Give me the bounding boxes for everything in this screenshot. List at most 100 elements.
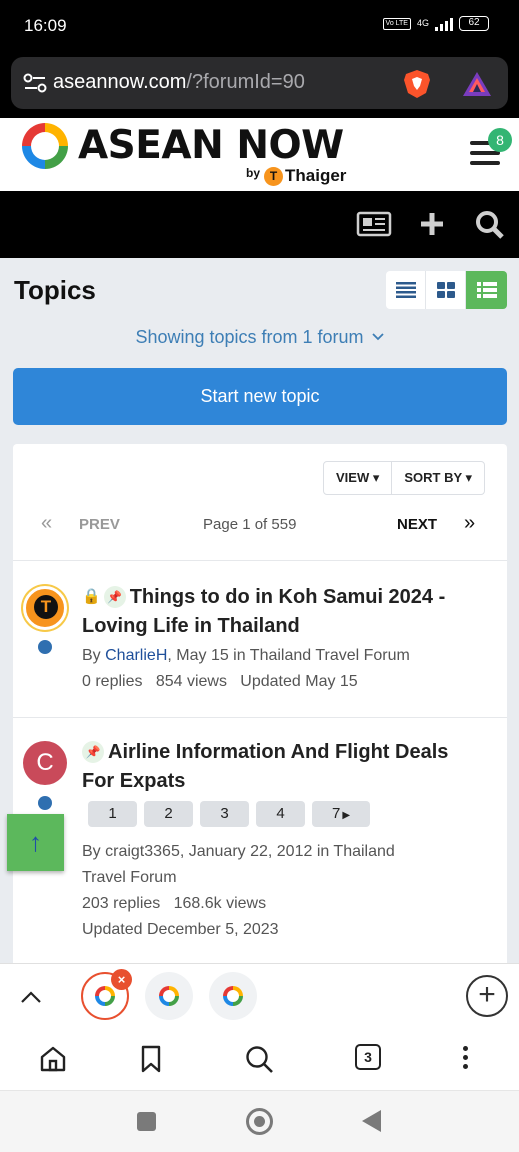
online-status-dot — [38, 640, 52, 654]
next-page-link[interactable]: NEXT — [397, 516, 437, 533]
avatar-letter: T — [34, 595, 58, 619]
tab-switcher-button[interactable]: 3 — [355, 1044, 381, 1070]
news-icon[interactable] — [356, 209, 392, 239]
logo-by: by — [246, 166, 261, 180]
brave-shield-icon[interactable] — [401, 68, 433, 100]
pin-icon: 📌 — [103, 586, 126, 608]
grid-icon — [436, 282, 455, 298]
sort-label: SORT BY — [404, 470, 462, 485]
browser-tab[interactable] — [145, 972, 193, 1020]
table-view-button[interactable] — [386, 271, 426, 309]
grid-view-button[interactable] — [426, 271, 466, 309]
topic-meta: By craigt3365, January 22, 2012 in Thail… — [82, 839, 482, 943]
view-label: VIEW — [336, 470, 370, 485]
start-new-topic-button[interactable]: Start new topic — [13, 368, 507, 425]
site-toolbar — [0, 191, 519, 258]
topic-last-page-link[interactable]: 7 ▶ — [312, 801, 370, 827]
author-link[interactable]: CharlieH — [105, 647, 167, 664]
topics-list-card: VIEW ▾ SORT BY ▾ « PREV Page 1 of 559 NE… — [13, 444, 507, 974]
brave-rewards-icon[interactable] — [461, 70, 493, 98]
avatar[interactable]: C — [23, 741, 67, 785]
notification-badge[interactable]: 8 — [488, 128, 512, 152]
prev-page-link[interactable]: PREV — [79, 516, 120, 533]
topic-meta: By CharlieH, May 15 in Thailand Travel F… — [82, 643, 410, 669]
logo-partner: Thaiger — [285, 166, 347, 185]
browser-address-area: aseannow.com/?forumId=90 — [0, 52, 519, 118]
topic-stats: 203 replies 168.6k views — [82, 895, 267, 912]
site-header: ASEAN NOW by T Thaiger 8 — [0, 118, 519, 191]
volte-icon: Vo LTE — [382, 17, 411, 30]
last-page-number: 7 — [331, 805, 341, 822]
home-button-icon[interactable] — [246, 1108, 273, 1135]
topic-page-link[interactable]: 2 — [144, 801, 193, 827]
topic-meta-line: Travel Forum — [82, 869, 177, 886]
browser-bottom-nav: 3 — [0, 1029, 519, 1091]
scroll-to-top-button[interactable]: ↑ — [7, 814, 64, 871]
online-status-dot — [38, 796, 52, 810]
topic-title: Airline Information And Flight Deals For… — [82, 741, 449, 792]
favicon-icon — [159, 986, 179, 1006]
home-icon[interactable] — [37, 1043, 69, 1075]
url-path: /?forumId=90 — [186, 71, 305, 93]
topic-page-link[interactable]: 3 — [200, 801, 249, 827]
topic-title-link[interactable]: 📌 Airline Information And Flight Deals Fo… — [82, 738, 482, 796]
thaiger-logo-icon: T — [264, 167, 283, 186]
status-time: 16:09 — [24, 16, 67, 35]
new-tab-button[interactable]: + — [466, 975, 508, 1017]
url-text[interactable]: aseannow.com/?forumId=90 — [53, 71, 305, 94]
bookmark-icon[interactable] — [135, 1043, 167, 1075]
signal-icon — [435, 17, 453, 31]
search-icon[interactable] — [472, 209, 508, 239]
lock-icon: 🔒 — [82, 588, 101, 605]
view-dropdown-button[interactable]: VIEW ▾ — [324, 462, 393, 494]
view-mode-toggle — [386, 271, 507, 309]
asean-now-logo-icon[interactable] — [22, 123, 68, 169]
by-label: By — [82, 647, 106, 664]
close-tab-icon[interactable]: × — [111, 969, 132, 990]
battery-icon: 62 — [459, 16, 489, 31]
page-indicator[interactable]: Page 1 of 559 — [203, 516, 296, 533]
search-icon[interactable] — [243, 1043, 275, 1075]
recents-icon[interactable] — [137, 1112, 156, 1131]
detailed-list-view-button[interactable] — [466, 271, 507, 309]
browser-tab[interactable] — [209, 972, 257, 1020]
network-type: 4G — [416, 18, 429, 28]
chevron-down-icon — [371, 333, 384, 341]
divider — [13, 560, 507, 561]
last-page-icon[interactable]: » — [464, 512, 475, 535]
back-icon[interactable] — [362, 1110, 381, 1132]
list-icon — [395, 282, 416, 298]
page-title: Topics — [14, 275, 96, 305]
topic-stats: 0 replies 854 views Updated May 15 — [82, 673, 358, 690]
site-settings-icon[interactable] — [23, 73, 47, 93]
avatar[interactable]: T — [23, 586, 67, 630]
chevron-up-icon[interactable] — [20, 984, 42, 1010]
browser-tab-strip: + — [0, 963, 519, 1029]
more-options-icon[interactable] — [463, 1046, 469, 1073]
topic-page-link[interactable]: 1 — [88, 801, 137, 827]
topic-page-link[interactable]: 4 — [256, 801, 305, 827]
topic-meta-rest: , May 15 in Thailand Travel Forum — [167, 647, 410, 664]
detailed-list-icon — [476, 282, 497, 298]
site-logo-text[interactable]: ASEAN NOW — [78, 123, 344, 168]
address-bar[interactable]: aseannow.com/?forumId=90 — [11, 57, 508, 109]
forum-filter-dropdown[interactable]: Showing topics from 1 forum — [0, 327, 519, 348]
url-domain: aseannow.com — [53, 71, 187, 93]
status-bar: 16:09 Vo LTE 4G 62 — [0, 0, 519, 52]
topic-title: Things to do in Koh Samui 2024 - Loving … — [82, 586, 446, 637]
favicon-icon — [95, 986, 115, 1006]
status-icons: Vo LTE 4G 62 — [382, 16, 489, 31]
favicon-icon — [223, 986, 243, 1006]
forum-filter-label: Showing topics from 1 forum — [135, 327, 364, 347]
topic-title-link[interactable]: 🔒 📌 Things to do in Koh Samui 2024 - Lovin… — [82, 582, 482, 641]
topic-meta-line: By craigt3365, January 22, 2012 in Thail… — [82, 843, 395, 860]
sort-controls: VIEW ▾ SORT BY ▾ — [323, 461, 486, 495]
divider — [13, 717, 507, 718]
topic-updated: Updated December 5, 2023 — [82, 921, 279, 938]
pin-icon: 📌 — [82, 741, 104, 763]
caret-right-icon: ▶ — [342, 810, 351, 821]
plus-icon[interactable] — [414, 209, 450, 239]
sort-by-dropdown-button[interactable]: SORT BY ▾ — [392, 462, 484, 494]
system-nav-bar — [0, 1091, 519, 1152]
first-page-icon[interactable]: « — [41, 512, 52, 535]
